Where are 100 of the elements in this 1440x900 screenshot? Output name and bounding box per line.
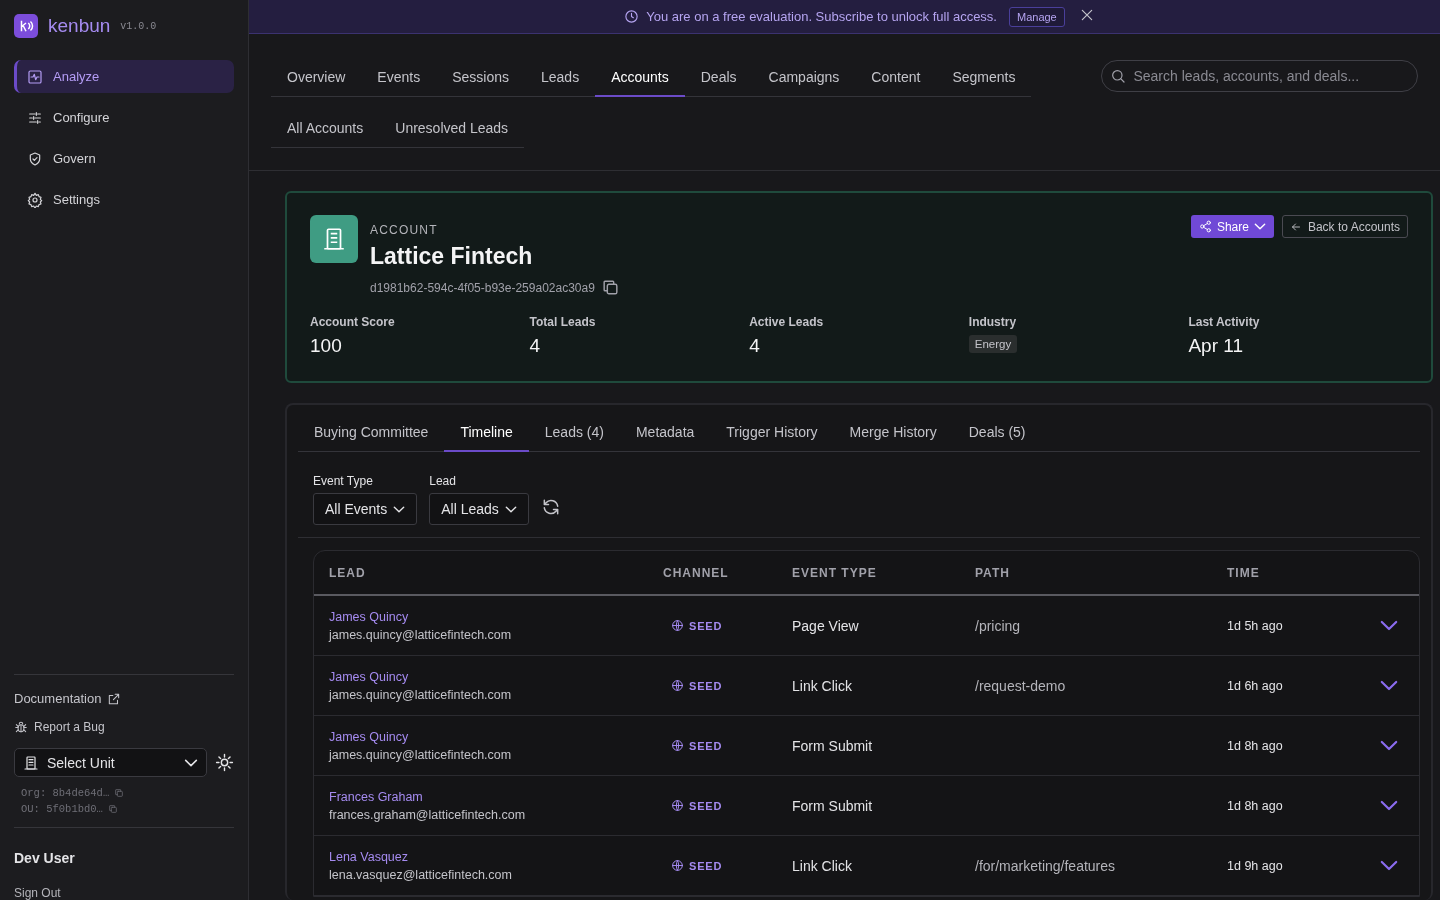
bug-icon xyxy=(14,720,28,734)
sidebar-item[interactable]: Analyze xyxy=(14,60,234,93)
banner-message: You are on a free evaluation. Subscribe to unlock full access. xyxy=(646,9,997,24)
detail-tab[interactable]: Deals (5) xyxy=(952,415,1042,452)
stat-value: Apr 11 xyxy=(1188,335,1244,357)
nav-tab[interactable]: Sessions xyxy=(436,60,525,97)
id-label: OU: 5f0b1bd0… xyxy=(21,803,103,815)
lead-email: james.quincy@latticefintech.com xyxy=(329,747,513,762)
back-button[interactable]: Back to Accounts xyxy=(1281,215,1408,238)
lead-name-link[interactable]: James Quincy xyxy=(329,729,663,744)
filter-dropdown[interactable]: All Events xyxy=(313,493,418,525)
nav-tab[interactable]: Leads xyxy=(525,60,596,97)
sub-tab[interactable]: All Accounts xyxy=(271,111,380,148)
account-id: d1981b62-594c-4f05-b93e-259a02ac30a9 xyxy=(370,280,595,295)
nav-tab[interactable]: Events xyxy=(361,60,437,97)
path-cell: /for/marketing/features xyxy=(975,857,1116,874)
brand-name: kenbun xyxy=(48,15,111,37)
kenbun-logo-icon xyxy=(14,14,38,38)
lead-email: frances.graham@latticefintech.com xyxy=(329,807,527,822)
share-icon xyxy=(1198,220,1212,233)
external-link-icon xyxy=(107,691,122,706)
channel-label: SEED xyxy=(663,799,792,812)
sun-icon xyxy=(215,753,234,772)
id-label: Org: 8b4de64d… xyxy=(21,787,110,799)
chart-icon xyxy=(27,68,43,85)
lead-name-link[interactable]: Lena Vasquez xyxy=(329,849,663,864)
sign-out-link[interactable]: Sign Out xyxy=(14,886,234,900)
copy-icon xyxy=(107,804,118,814)
event-type-cell-text: Form Submit xyxy=(792,797,874,814)
column-header: CHANNEL xyxy=(663,565,730,580)
filter-dropdown[interactable]: All Leads xyxy=(429,493,529,525)
globe-icon xyxy=(671,619,684,632)
stat-label: Account Score xyxy=(310,315,396,329)
column-header: LEAD xyxy=(329,565,367,580)
copy-icon xyxy=(600,278,620,297)
lead-email: james.quincy@latticefintech.com xyxy=(329,627,513,642)
column-header: EVENT TYPE xyxy=(792,565,878,580)
time-cell-text: 1d 8h ago xyxy=(1227,738,1284,753)
stat-value: 100 xyxy=(310,335,343,357)
event-type-cell-text: Form Submit xyxy=(792,737,874,754)
sidebar-item[interactable]: Settings xyxy=(14,183,234,216)
channel-label: SEED xyxy=(663,679,792,692)
chevron-down-icon xyxy=(504,505,517,513)
filter-label: Lead xyxy=(429,474,457,488)
detail-tab[interactable]: Timeline xyxy=(444,415,529,452)
expand-chevron-icon xyxy=(1380,739,1398,751)
user-name: Dev User xyxy=(14,850,76,866)
copy-icon xyxy=(114,788,125,798)
detail-tab[interactable]: Metadata xyxy=(619,415,711,452)
nav-tab[interactable]: Segments xyxy=(936,60,1032,97)
stat-value: 4 xyxy=(749,335,761,357)
event-type-cell-text: Link Click xyxy=(792,677,853,694)
nav-tab[interactable]: Accounts xyxy=(595,60,685,97)
industry-tag: Energy xyxy=(968,335,1018,353)
nav-tab[interactable]: Content xyxy=(855,60,937,97)
nav-tab[interactable]: Deals xyxy=(684,60,753,97)
stat-label: Active Leads xyxy=(749,315,825,329)
path-cell: /pricing xyxy=(975,617,1021,634)
chevron-down-icon xyxy=(393,505,406,513)
shield-icon xyxy=(27,150,43,167)
detail-tab[interactable]: Merge History xyxy=(833,415,953,452)
time-cell-text: 1d 6h ago xyxy=(1227,678,1284,693)
search-field[interactable]: Search leads, accounts, and deals... xyxy=(1101,60,1418,92)
version-label: v1.0.0 xyxy=(120,20,157,32)
unit-select[interactable]: Select Unit xyxy=(14,748,207,777)
expand-chevron-icon xyxy=(1380,679,1398,691)
nav-tab[interactable]: Overview xyxy=(271,60,362,97)
share-button[interactable]: Share xyxy=(1190,215,1274,238)
building-icon xyxy=(23,754,39,771)
time-cell-text: 1d 9h ago xyxy=(1227,858,1284,873)
lead-name-link[interactable]: Frances Graham xyxy=(329,789,663,804)
detail-tab[interactable]: Buying Committee xyxy=(298,415,445,452)
sub-tab[interactable]: Unresolved Leads xyxy=(379,111,525,148)
expand-chevron-icon xyxy=(1380,799,1398,811)
event-type-cell-text: Page View xyxy=(792,617,860,634)
chevron-down-icon xyxy=(1253,223,1266,230)
stat-label: Industry xyxy=(968,315,1018,329)
clock-icon xyxy=(624,9,640,24)
report-bug-link[interactable]: Report a Bug xyxy=(14,720,234,734)
account-kicker: ACCOUNT xyxy=(370,223,439,237)
stat-label: Total Leads xyxy=(529,315,597,329)
arrow-left-icon xyxy=(1289,220,1302,233)
column-header: TIME xyxy=(1227,565,1261,580)
chevron-down-icon xyxy=(184,758,198,767)
building-icon xyxy=(310,215,358,263)
globe-icon xyxy=(671,799,684,812)
detail-tab[interactable]: Trigger History xyxy=(710,415,834,452)
lead-name-link[interactable]: James Quincy xyxy=(329,669,663,684)
expand-chevron-icon xyxy=(1380,619,1398,631)
nav-tab[interactable]: Campaigns xyxy=(752,60,856,97)
detail-tab[interactable]: Leads (4) xyxy=(528,415,620,452)
account-name: Lattice Fintech xyxy=(370,243,534,270)
globe-icon xyxy=(671,679,684,692)
manage-button[interactable]: Manage xyxy=(1009,6,1065,27)
lead-name-link[interactable]: James Quincy xyxy=(329,609,663,624)
sidebar-item[interactable]: Configure xyxy=(14,101,234,134)
settings-icon xyxy=(27,191,43,208)
path-cell: /request-demo xyxy=(975,677,1066,694)
sidebar-item[interactable]: Govern xyxy=(14,142,234,175)
documentation-link[interactable]: Documentation xyxy=(14,691,234,706)
